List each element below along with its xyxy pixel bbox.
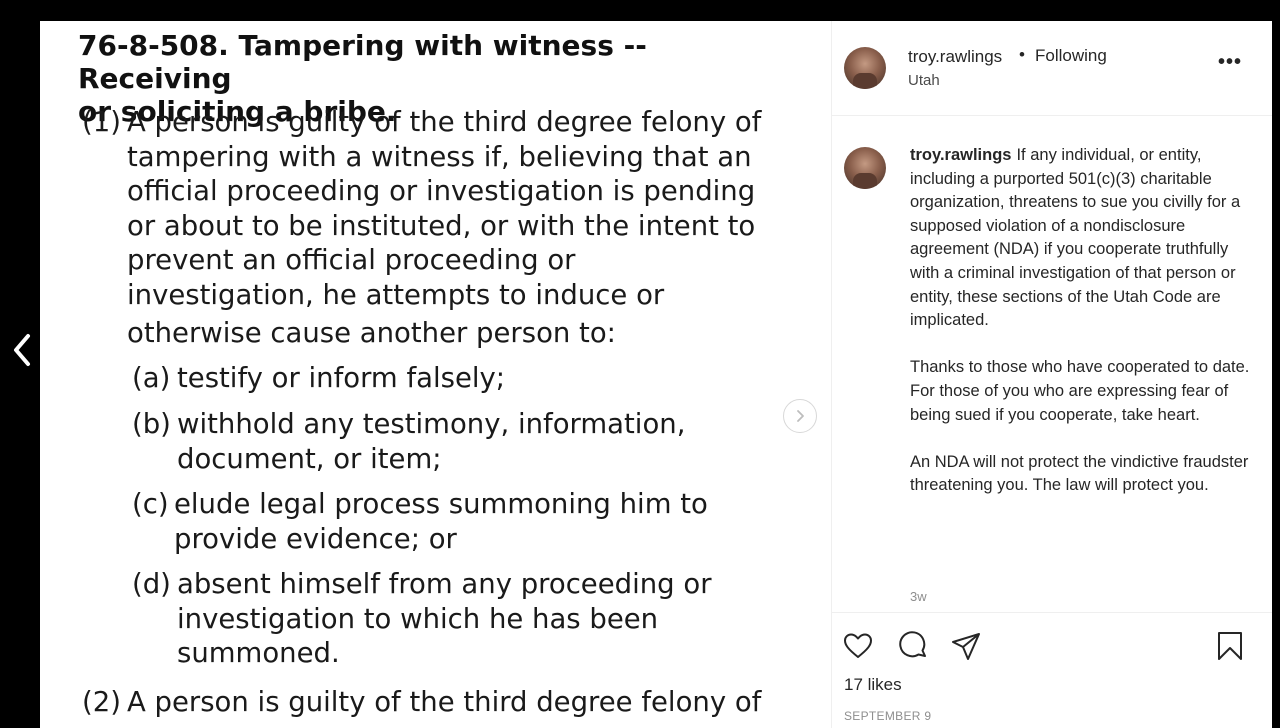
caption-text: troy.rawlings If any individual, or entit…: [910, 144, 1250, 522]
text-line: investigation, he attempts to induce or: [127, 278, 665, 311]
like-button[interactable]: [840, 628, 876, 664]
subsection-label: (d): [132, 568, 171, 600]
location-link[interactable]: Utah: [908, 72, 940, 89]
caption-body: If any individual, or entity, including …: [910, 146, 1241, 330]
avatar[interactable]: [844, 147, 886, 189]
text-line: or about to be instituted, or with the i…: [127, 209, 756, 242]
text-line: provide evidence; or: [174, 522, 457, 555]
more-icon[interactable]: •••: [1218, 51, 1242, 74]
paragraph-number: (1): [82, 106, 121, 138]
subsection-text: absent himself from any proceeding or in…: [177, 567, 712, 671]
text-line: document, or item;: [177, 442, 442, 475]
following-button[interactable]: Following: [1035, 46, 1107, 66]
save-button[interactable]: [1212, 628, 1248, 664]
text-line: tampering with a witness if, believing t…: [127, 140, 752, 173]
timestamp[interactable]: 3w: [910, 589, 927, 604]
subsection-text: elude legal process summoning him to pro…: [174, 487, 708, 556]
caption-section: troy.rawlings If any individual, or entit…: [832, 117, 1272, 613]
avatar[interactable]: [844, 47, 886, 89]
text-line: investigation to which he has been: [177, 602, 659, 635]
text-line: A person is guilty of the third degree f…: [127, 106, 762, 138]
post-modal: 76-8-508. Tampering with witness -- Rece…: [40, 21, 1272, 728]
paragraph-body: A person is guilty of the third degree f…: [127, 105, 761, 312]
subsection-text: testify or inform falsely;: [177, 361, 505, 396]
text-line: official proceeding or investigation is …: [127, 175, 756, 207]
chevron-left-icon[interactable]: [8, 330, 36, 370]
post-image: 76-8-508. Tampering with witness -- Rece…: [40, 21, 831, 728]
text-line: otherwise cause another person to:: [127, 317, 616, 349]
text-line: summoned.: [177, 637, 340, 669]
subsection-label: (b): [132, 408, 171, 440]
text-line: elude legal process summoning him to: [174, 488, 708, 520]
share-icon: [952, 633, 980, 660]
comment-icon: [899, 631, 926, 658]
caption-paragraph: An NDA will not protect the vindictive f…: [910, 452, 1249, 495]
paragraph-number: (2): [82, 686, 121, 718]
next-image-button[interactable]: [783, 399, 817, 433]
subsection-text: withhold any testimony, information, doc…: [177, 407, 685, 476]
text-line: prevent an official proceeding or: [127, 244, 576, 276]
text-line: withhold any testimony, information,: [177, 408, 686, 440]
caption-paragraph: Thanks to those who have cooperated to d…: [910, 358, 1250, 424]
post-date: SEPTEMBER 9: [844, 709, 932, 723]
like-count[interactable]: 17 likes: [844, 675, 902, 695]
share-button[interactable]: [948, 628, 984, 664]
bookmark-icon: [1218, 632, 1242, 660]
title-line: 76-8-508. Tampering with witness -- Rece…: [78, 29, 647, 95]
separator-dot: •: [1019, 45, 1025, 64]
heart-icon: [844, 633, 872, 658]
caption-username[interactable]: troy.rawlings: [910, 146, 1011, 164]
text-line: absent himself from any proceeding or: [177, 568, 712, 600]
post-sidebar: troy.rawlings • Following Utah ••• troy.…: [831, 21, 1272, 728]
subsection-label: (c): [132, 488, 169, 520]
subsection-label: (a): [132, 362, 171, 394]
username-link[interactable]: troy.rawlings: [908, 47, 1002, 67]
comment-button[interactable]: [896, 628, 932, 664]
action-bar: [832, 628, 1272, 668]
text-line: testify or inform falsely;: [177, 362, 506, 394]
text-line: A person is guilty of the third degree f…: [127, 686, 762, 718]
post-header: troy.rawlings • Following Utah •••: [832, 21, 1272, 116]
caption-paragraph: troy.rawlings If any individual, or entit…: [910, 144, 1250, 333]
chevron-right-icon: [797, 410, 804, 422]
